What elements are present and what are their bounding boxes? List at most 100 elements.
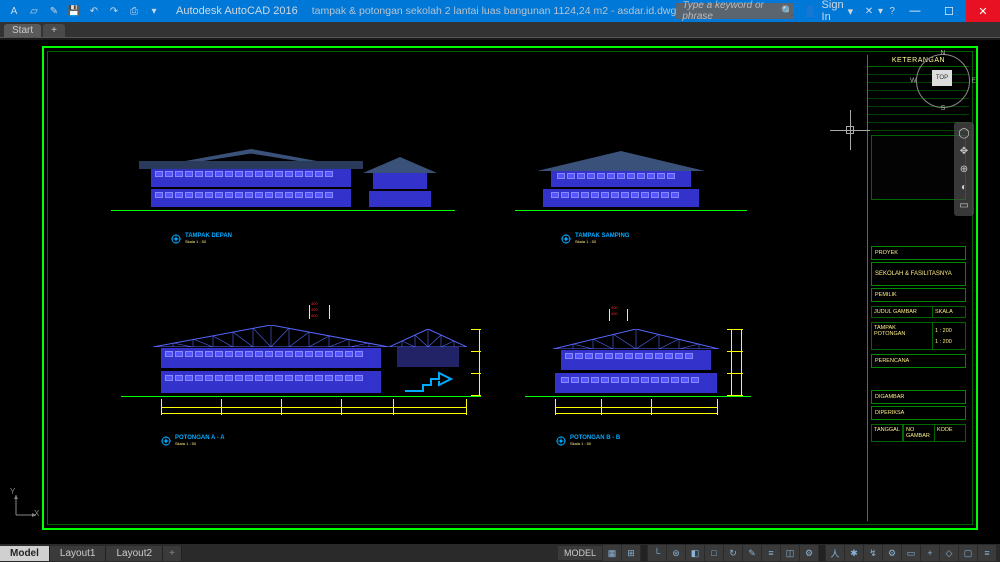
floor2-windows [557, 173, 675, 179]
titleblock-content-row: TAMPAK POTONGAN 1 : 200 1 : 200 [868, 320, 969, 352]
search-placeholder: Type a keyword or phrase [682, 0, 775, 22]
status-grid-icon[interactable]: ▦ [603, 545, 621, 561]
view-scale-text: Skala 1 : 50 [185, 239, 232, 244]
dim-leader [627, 309, 628, 321]
new-icon[interactable]: ▱ [26, 3, 42, 19]
dim-line [727, 329, 743, 330]
viewcube-east[interactable]: E [971, 78, 976, 85]
nav-zoom-icon[interactable]: ⊕ [954, 160, 974, 178]
layout-tab-add[interactable]: + [163, 546, 182, 561]
open-icon[interactable]: ✎ [46, 3, 62, 19]
status-snap-icon[interactable]: ⊞ [622, 545, 640, 561]
dim-line [393, 399, 394, 415]
view-scale-text: Skala 1 : 50 [175, 441, 225, 446]
ucs-icon: X Y [12, 491, 40, 522]
dim-line [555, 413, 717, 414]
status-annoscale-icon[interactable]: 人 [826, 545, 844, 561]
file-tab-start[interactable]: Start [4, 24, 41, 37]
view-scale-text: Skala 1 : 50 [570, 441, 620, 446]
status-polar-icon[interactable]: ⊛ [667, 545, 685, 561]
titleblock-footer-row: TANGGAL NO GAMBAR KODE [868, 422, 969, 444]
floor1-wall-small [369, 191, 431, 207]
titleblock-nogambar-label: NO GAMBAR [903, 424, 935, 442]
status-hw-icon[interactable]: + [921, 545, 939, 561]
app-menu-icon[interactable]: A [6, 3, 22, 19]
titleblock-content-line: POTONGAN [874, 331, 930, 337]
inner-border: TAMPAK DEPAN Skala 1 : 50 [47, 51, 973, 525]
layout-tab-model[interactable]: Model [0, 546, 50, 561]
close-button[interactable]: ✕ [966, 0, 1000, 22]
nav-pan-icon[interactable]: ✥ [954, 142, 974, 160]
qat-dropdown-icon[interactable]: ▾ [146, 3, 162, 19]
dim-leader [609, 309, 610, 321]
help-dropdown-icon[interactable]: ▾ [875, 3, 887, 19]
floor2-windows [155, 171, 333, 177]
status-monitor-icon[interactable]: ▭ [902, 545, 920, 561]
titleblock-project-name: SEKOLAH & FASILITASNYA [871, 262, 966, 286]
titleblock-judul-row: JUDUL GAMBAR SKALA [868, 304, 969, 320]
status-isolate-icon[interactable]: ◇ [940, 545, 958, 561]
status-ortho-icon[interactable]: └ [648, 545, 666, 561]
status-ann-icon[interactable]: ✎ [743, 545, 761, 561]
nav-wheel-icon[interactable]: ◯ [954, 124, 974, 142]
floor1-windows [551, 192, 679, 198]
titleblock-diperiksa-label: DIPERIKSA [871, 406, 966, 420]
status-bar: MODEL ▦ ⊞ └ ⊛ ◧ □ ↻ ✎ ≡ ◫ ⚙ 人 ✱ ↯ ⚙ ▭ + … [558, 545, 1000, 561]
roof-small [363, 157, 437, 173]
dim-line [221, 399, 222, 415]
navigation-bar: ◯ ✥ ⊕ ◐ ▭ [954, 122, 974, 216]
file-tab-plus[interactable]: + [43, 24, 65, 37]
nav-showmotion-icon[interactable]: ▭ [954, 196, 974, 214]
dim-text: 400 [611, 305, 618, 310]
status-lineweight-icon[interactable]: ≡ [762, 545, 780, 561]
print-icon[interactable]: ⎙ [126, 3, 142, 19]
status-space[interactable]: MODEL [558, 546, 602, 560]
save-icon[interactable]: 💾 [66, 3, 82, 19]
status-osnap-icon[interactable]: □ [705, 545, 723, 561]
viewcube-face[interactable]: TOP [932, 70, 952, 86]
dim-line [741, 329, 742, 395]
dim-text: 400 [611, 311, 618, 316]
minimize-button[interactable]: — [898, 0, 932, 22]
status-units-icon[interactable]: ⚙ [800, 545, 818, 561]
undo-icon[interactable]: ↶ [86, 3, 102, 19]
titleblock-scale-value: 1 : 200 [935, 328, 963, 334]
status-isodraft-icon[interactable]: ◧ [686, 545, 704, 561]
user-icon: 👤 [804, 5, 818, 18]
viewcube-north[interactable]: N [940, 50, 945, 57]
status-cleanscreen-icon[interactable]: ▢ [959, 545, 977, 561]
drawing-canvas[interactable]: TAMPAK DEPAN Skala 1 : 50 [0, 40, 1000, 544]
dim-line [466, 399, 467, 415]
nav-orbit-icon[interactable]: ◐ [954, 178, 974, 196]
status-annoauto-icon[interactable]: ↯ [864, 545, 882, 561]
help-icon[interactable]: ? [886, 3, 898, 19]
document-name: tampak & potongan sekolah 2 lantai luas … [298, 5, 677, 17]
signin-button[interactable]: 👤 Sign In ▾ [794, 0, 863, 23]
roof-band [139, 161, 363, 169]
view-marker-icon [161, 436, 171, 446]
layout-tab-layout2[interactable]: Layout2 [106, 546, 163, 561]
exchange-icon[interactable]: ✕ [863, 3, 875, 19]
view-title-potongan-a: POTONGAN A - A Skala 1 : 50 [161, 435, 225, 446]
viewcube-south[interactable]: S [941, 105, 946, 112]
status-transparency-icon[interactable]: ◫ [781, 545, 799, 561]
viewcube-west[interactable]: W [910, 78, 917, 85]
viewcube[interactable]: TOP N S E W [912, 50, 974, 112]
search-icon[interactable]: 🔍 [781, 3, 793, 19]
status-cycling-icon[interactable]: ↻ [724, 545, 742, 561]
layout-tab-layout1[interactable]: Layout1 [50, 546, 107, 561]
status-annovis-icon[interactable]: ✱ [845, 545, 863, 561]
dim-line [471, 351, 481, 352]
redo-icon[interactable]: ↷ [106, 3, 122, 19]
dim-text: 400 [311, 307, 318, 312]
search-input[interactable]: Type a keyword or phrase [676, 3, 781, 19]
floor1-wall [555, 373, 717, 393]
maximize-button[interactable]: ☐ [932, 0, 966, 22]
status-custom-icon[interactable]: ≡ [978, 545, 996, 561]
titleblock-proyek-label: PROYEK [871, 246, 966, 260]
status-workspace-icon[interactable]: ⚙ [883, 545, 901, 561]
app-title: Autodesk AutoCAD 2016 [168, 5, 298, 17]
status-divider-icon [641, 545, 647, 561]
dim-text: 400 [311, 301, 318, 306]
ucs-y-label: Y [10, 487, 15, 496]
